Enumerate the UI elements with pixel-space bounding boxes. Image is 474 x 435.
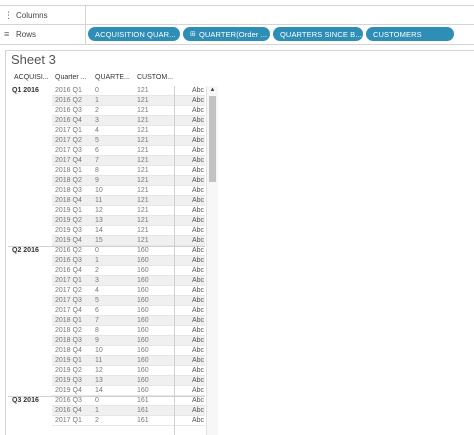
columns-icon: ⋮ bbox=[4, 10, 13, 20]
acquisition-quarter-label[interactable]: Q3 2016 bbox=[12, 397, 39, 404]
abc-column-divider bbox=[174, 86, 175, 435]
acquisition-quarter-label[interactable]: Q2 2016 bbox=[12, 247, 39, 254]
scroll-thumb[interactable] bbox=[209, 96, 216, 182]
header-acquisition[interactable]: ACQUISI... bbox=[14, 74, 49, 86]
columns-shelf-label: ⋮ Columns bbox=[0, 6, 86, 25]
rows-label: Rows bbox=[16, 30, 37, 39]
header-quarter[interactable]: Quarter ... bbox=[55, 74, 87, 86]
sheet-title: Sheet 3 bbox=[11, 52, 56, 67]
pill-customers[interactable]: CUSTOMERS bbox=[366, 27, 454, 41]
header-customers[interactable]: CUSTOM... bbox=[137, 74, 173, 86]
header-quarters-since[interactable]: QUARTE... bbox=[95, 74, 130, 86]
columns-label: Columns bbox=[16, 11, 48, 20]
rows-pills: ACQUISITION QUAR... ⊞ QUARTER(Order ... … bbox=[88, 27, 454, 41]
pill-quarter-order[interactable]: ⊞ QUARTER(Order ... bbox=[183, 27, 270, 41]
acquisition-quarter-label[interactable]: Q1 2016 bbox=[12, 87, 39, 94]
rows-shelf-label: ≡ Rows bbox=[0, 25, 86, 44]
pill-acquisition-quarter[interactable]: ACQUISITION QUAR... bbox=[88, 27, 180, 41]
calendar-icon: ⊞ bbox=[190, 31, 196, 38]
row-divider bbox=[52, 425, 205, 426]
columns-shelf[interactable]: ⋮ Columns bbox=[0, 5, 474, 25]
vertical-scrollbar[interactable]: ▲ bbox=[206, 86, 218, 435]
scroll-up-icon[interactable]: ▲ bbox=[207, 86, 218, 95]
rows-shelf[interactable]: ≡ Rows ACQUISITION QUAR... ⊞ QUARTER(Ord… bbox=[0, 25, 474, 45]
rows-icon: ≡ bbox=[4, 29, 10, 39]
pill-quarters-since[interactable]: QUARTERS SINCE B... bbox=[273, 27, 363, 41]
